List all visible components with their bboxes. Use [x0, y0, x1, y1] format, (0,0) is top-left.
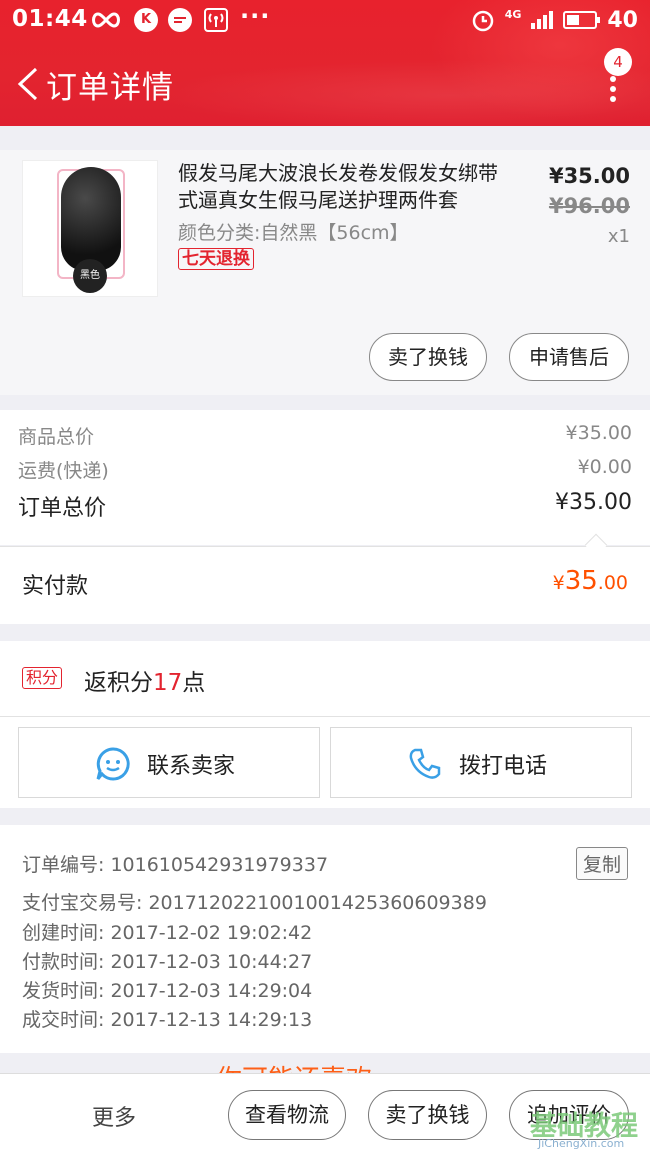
- copy-button[interactable]: 复制: [575, 847, 628, 880]
- contact-seller-button[interactable]: 联系卖家: [18, 727, 320, 798]
- payment-integer: 35: [564, 566, 598, 596]
- points-number: 17: [153, 670, 183, 696]
- more-button[interactable]: 更多: [92, 1100, 136, 1132]
- app-k-icon: K: [134, 8, 158, 32]
- order-total-label: 订单总价: [18, 496, 107, 521]
- broadcast-icon: [204, 8, 228, 32]
- goods-total-value: ¥35.00: [565, 422, 632, 444]
- call-phone-label: 拨打电话: [459, 754, 548, 779]
- chat-icon: [168, 8, 192, 32]
- actual-payment: 实付款 ¥35.00: [0, 533, 650, 624]
- network-type: 4G: [504, 7, 522, 21]
- shipped-time: 发货时间: 2017-12-03 14:29:04: [22, 980, 313, 1002]
- shipping-label: 运费(快递): [18, 460, 109, 482]
- wig-image: [61, 167, 121, 271]
- back-arrow-icon[interactable]: [14, 66, 44, 102]
- order-total-row: 订单总价 ¥35.00: [18, 490, 632, 522]
- order-info: 订单编号: 101610542931979337 复制 支付宝交易号: 2017…: [0, 825, 650, 1053]
- order-total-value: ¥35.00: [555, 490, 632, 515]
- actual-payment-value: ¥35.00: [553, 566, 628, 596]
- thumbnail-color-tag: 黑色: [73, 259, 107, 293]
- completed-time: 成交时间: 2017-12-13 14:29:13: [22, 1009, 313, 1031]
- app-header: 01:44 K ··· 4G 40 订单详情 4: [0, 0, 650, 126]
- fee-summary: 商品总价 ¥35.00 运费(快递) ¥0.00 订单总价 ¥35.00: [0, 410, 650, 545]
- divider: [0, 546, 650, 547]
- product-thumbnail[interactable]: 黑色: [22, 160, 158, 297]
- signal-icon: [531, 11, 554, 29]
- goods-total-label: 商品总价: [18, 426, 95, 448]
- product-price: ¥35.00: [548, 164, 630, 188]
- chat-bubble-icon: [96, 747, 130, 781]
- phone-icon: [409, 748, 441, 779]
- site-watermark: 基础教程 JiChengXin.com: [530, 1104, 648, 1154]
- points-badge: 积分: [22, 667, 63, 689]
- original-price: ¥96.00: [548, 194, 630, 218]
- after-sales-button[interactable]: 申请售后: [509, 333, 629, 381]
- product-sku: 颜色分类:自然黑【56cm】: [178, 222, 409, 244]
- contact-bar: 联系卖家 拨打电话: [0, 717, 650, 808]
- paid-time: 付款时间: 2017-12-03 10:44:27: [22, 951, 313, 973]
- goods-total-row: 商品总价 ¥35.00: [18, 422, 632, 449]
- contact-seller-label: 联系卖家: [147, 754, 236, 779]
- currency-symbol: ¥: [552, 572, 565, 594]
- created-time: 创建时间: 2017-12-02 19:02:42: [22, 922, 313, 944]
- points-row: 积分 返积分17点: [0, 641, 650, 717]
- points-text: 返积分17点: [84, 663, 205, 697]
- sell-for-cash-button[interactable]: 卖了换钱: [369, 333, 487, 381]
- status-more-dots: ···: [240, 2, 271, 30]
- order-number: 订单编号: 101610542931979337: [22, 854, 329, 876]
- sell-for-cash-bottom-button[interactable]: 卖了换钱: [368, 1090, 487, 1140]
- shipping-row: 运费(快递) ¥0.00: [18, 456, 632, 483]
- actual-payment-label: 实付款: [22, 574, 89, 599]
- recommendation-peek: 你可能还喜欢: [0, 1053, 650, 1075]
- product-card[interactable]: 黑色 假发马尾大波浪长发卷发假发女绑带式逼真女生假马尾送护理两件套 颜色分类:自…: [0, 150, 650, 395]
- alipay-trade-number: 支付宝交易号: 2017120221001001425360609389: [22, 892, 487, 914]
- watermark-url: JiChengXin.com: [538, 1137, 625, 1150]
- status-time: 01:44: [12, 6, 88, 32]
- nav-bar: 订单详情 4: [0, 48, 650, 120]
- view-logistics-button[interactable]: 查看物流: [228, 1090, 346, 1140]
- product-quantity: x1: [607, 226, 630, 247]
- payment-decimal: .00: [597, 572, 628, 594]
- call-phone-button[interactable]: 拨打电话: [330, 727, 632, 798]
- points-suffix: 点: [182, 670, 206, 696]
- battery-level: 40: [607, 7, 638, 33]
- page-title: 订单详情: [46, 70, 174, 106]
- alarm-icon: [472, 10, 493, 32]
- status-bar: 01:44 K ··· 4G 40: [0, 0, 650, 40]
- message-badge[interactable]: 4: [604, 48, 632, 76]
- more-menu-icon[interactable]: [610, 76, 618, 102]
- shipping-value: ¥0.00: [577, 456, 632, 478]
- infinity-icon: [92, 12, 120, 28]
- battery-icon: [563, 11, 601, 29]
- points-prefix: 返积分: [84, 670, 153, 696]
- status-right: 4G 40: [471, 6, 638, 34]
- product-title[interactable]: 假发马尾大波浪长发卷发假发女绑带式逼真女生假马尾送护理两件套: [178, 160, 508, 214]
- return-policy-badge: 七天退换: [178, 248, 254, 270]
